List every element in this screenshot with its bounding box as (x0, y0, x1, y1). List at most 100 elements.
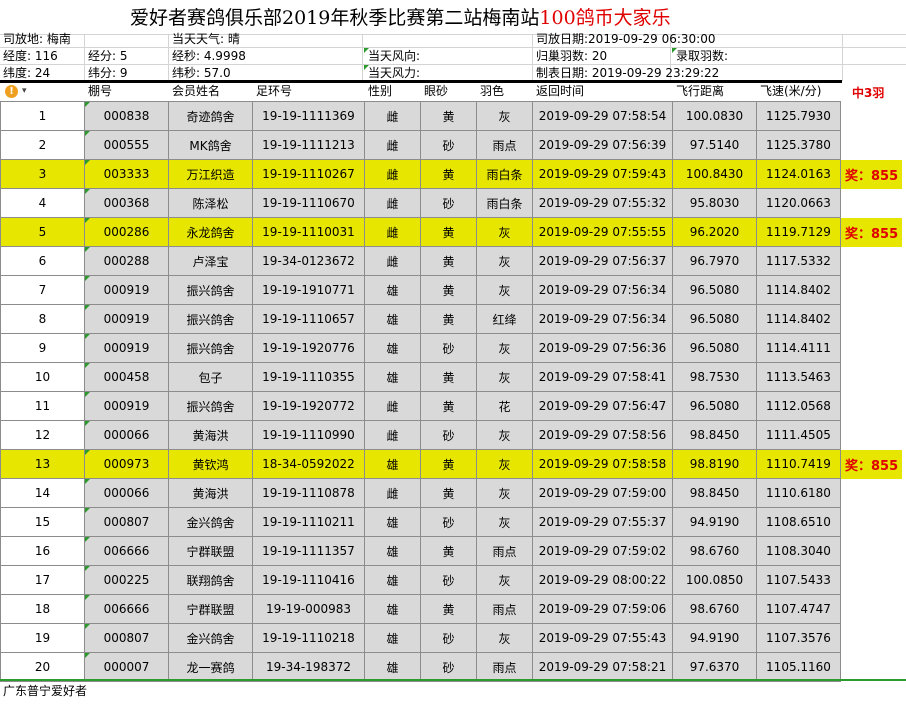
cell-eye[interactable]: 黄 (420, 304, 477, 334)
header-sex[interactable]: 性别 (368, 82, 392, 101)
cell-prize[interactable]: 奖：855 (840, 159, 903, 189)
cell-member-name[interactable]: 振兴鸽舍 (168, 391, 253, 421)
cell-prize[interactable] (840, 188, 903, 218)
cell-feather-color[interactable]: 灰 (476, 449, 533, 479)
cell-sex[interactable]: 雄 (364, 594, 421, 624)
cell-ring-no[interactable]: 19-34-0123672 (252, 246, 365, 276)
cell-feather-color[interactable]: 灰 (476, 478, 533, 508)
cell-speed[interactable]: 1117.5332 (756, 246, 841, 276)
table-row[interactable]: 7 000919 振兴鸽舍 19-19-1910771 雄黄灰 2019-09-29 07… (0, 275, 903, 305)
cell-member-name[interactable]: 金兴鸽舍 (168, 623, 253, 653)
cell-return-time[interactable]: 2019-09-29 07:59:43 (532, 159, 673, 189)
cell-rank[interactable]: 11 (0, 391, 85, 421)
cell-return-time[interactable]: 2019-09-29 07:55:37 (532, 507, 673, 537)
cell-return-time[interactable]: 2019-09-29 07:56:39 (532, 130, 673, 160)
cell-rank[interactable]: 16 (0, 536, 85, 566)
cell-distance[interactable]: 98.8450 (672, 478, 757, 508)
header-feather-color[interactable]: 羽色 (480, 82, 504, 101)
cell-ring-no[interactable]: 19-19-1110031 (252, 217, 365, 247)
cell-sex[interactable]: 雄 (364, 275, 421, 305)
table-row[interactable]: 1 000838 奇迹鸽舍 19-19-1111369 雌黄灰 2019-09-29 07… (0, 101, 903, 131)
table-row[interactable]: 13 000973 黄钦鸿 18-34-0592022 雄黄灰 2019-09-29 07… (0, 449, 903, 479)
cell-feather-color[interactable]: 红绛 (476, 304, 533, 334)
cell-feather-color[interactable]: 雨点 (476, 652, 533, 682)
cell-speed[interactable]: 1108.3040 (756, 536, 841, 566)
cell-sex[interactable]: 雄 (364, 333, 421, 363)
cell-member-name[interactable]: 陈泽松 (168, 188, 253, 218)
table-row[interactable]: 15 000807 金兴鸽舍 19-19-1110211 雄砂灰 2019-09-29 0… (0, 507, 903, 537)
cell-feather-color[interactable]: 灰 (476, 565, 533, 595)
cell-member-name[interactable]: 黄海洪 (168, 478, 253, 508)
table-row[interactable]: 9 000919 振兴鸽舍 19-19-1920776 雄砂灰 2019-09-29 07… (0, 333, 903, 363)
cell-shed-no[interactable]: 000919 (84, 391, 169, 421)
cell-speed[interactable]: 1125.7930 (756, 101, 841, 131)
cell-member-name[interactable]: 黄钦鸿 (168, 449, 253, 479)
cell-prize[interactable] (840, 391, 903, 421)
cell-eye[interactable]: 砂 (420, 333, 477, 363)
cell-prize[interactable] (840, 246, 903, 276)
cell-distance[interactable]: 96.7970 (672, 246, 757, 276)
cell-feather-color[interactable]: 雨点 (476, 594, 533, 624)
cell-rank[interactable]: 17 (0, 565, 85, 595)
cell-eye[interactable]: 砂 (420, 652, 477, 682)
cell-shed-no[interactable]: 000838 (84, 101, 169, 131)
cell-ring-no[interactable]: 19-19-1110878 (252, 478, 365, 508)
cell-shed-no[interactable]: 000973 (84, 449, 169, 479)
cell-distance[interactable]: 97.6370 (672, 652, 757, 682)
cell-distance[interactable]: 96.5080 (672, 333, 757, 363)
cell-return-time[interactable]: 2019-09-29 07:56:36 (532, 333, 673, 363)
cell-speed[interactable]: 1125.3780 (756, 130, 841, 160)
cell-speed[interactable]: 1110.7419 (756, 449, 841, 479)
cell-ring-no[interactable]: 19-19-1110218 (252, 623, 365, 653)
cell-speed[interactable]: 1107.4747 (756, 594, 841, 624)
cell-feather-color[interactable]: 灰 (476, 246, 533, 276)
cell-eye[interactable]: 黄 (420, 391, 477, 421)
cell-eye[interactable]: 黄 (420, 101, 477, 131)
table-row[interactable]: 19 000807 金兴鸽舍 19-19-1110218 雄砂灰 2019-09-29 0… (0, 623, 903, 653)
header-speed[interactable]: 飞速(米/分) (760, 82, 821, 101)
cell-speed[interactable]: 1108.6510 (756, 507, 841, 537)
cell-distance[interactable]: 97.5140 (672, 130, 757, 160)
cell-shed-no[interactable]: 000286 (84, 217, 169, 247)
cell-speed[interactable]: 1112.0568 (756, 391, 841, 421)
cell-prize[interactable] (840, 507, 903, 537)
cell-distance[interactable]: 95.8030 (672, 188, 757, 218)
table-row[interactable]: 11 000919 振兴鸽舍 19-19-1920772 雌黄花 2019-09-29 0… (0, 391, 903, 421)
cell-eye[interactable]: 砂 (420, 623, 477, 653)
cell-return-time[interactable]: 2019-09-29 08:00:22 (532, 565, 673, 595)
cell-return-time[interactable]: 2019-09-29 07:59:00 (532, 478, 673, 508)
cell-shed-no[interactable]: 006666 (84, 594, 169, 624)
table-row[interactable]: 20 000007 龙一赛鸽 19-34-198372 雄砂雨点 2019-09-29 0… (0, 652, 903, 682)
cell-shed-no[interactable]: 000807 (84, 507, 169, 537)
cell-eye[interactable]: 砂 (420, 130, 477, 160)
cell-eye[interactable]: 黄 (420, 362, 477, 392)
cell-return-time[interactable]: 2019-09-29 07:58:54 (532, 101, 673, 131)
cell-sex[interactable]: 雄 (364, 652, 421, 682)
cell-eye[interactable]: 黄 (420, 536, 477, 566)
cell-sex[interactable]: 雌 (364, 159, 421, 189)
cell-member-name[interactable]: 振兴鸽舍 (168, 304, 253, 334)
cell-feather-color[interactable]: 花 (476, 391, 533, 421)
cell-shed-no[interactable]: 000919 (84, 304, 169, 334)
cell-feather-color[interactable]: 灰 (476, 362, 533, 392)
cell-member-name[interactable]: 振兴鸽舍 (168, 333, 253, 363)
cell-member-name[interactable]: 宁群联盟 (168, 594, 253, 624)
cell-ring-no[interactable]: 19-19-000983 (252, 594, 365, 624)
cell-prize[interactable] (840, 333, 903, 363)
cell-prize[interactable]: 奖：855 (840, 449, 903, 479)
cell-sex[interactable]: 雄 (364, 362, 421, 392)
cell-prize[interactable] (840, 478, 903, 508)
cell-rank[interactable]: 13 (0, 449, 85, 479)
cell-ring-no[interactable]: 19-19-1111357 (252, 536, 365, 566)
cell-rank[interactable]: 14 (0, 478, 85, 508)
cell-eye[interactable]: 黄 (420, 275, 477, 305)
cell-ring-no[interactable]: 19-19-1110416 (252, 565, 365, 595)
table-row[interactable]: 8 000919 振兴鸽舍 19-19-1110657 雄黄红绛 2019-09-29 0… (0, 304, 903, 334)
cell-shed-no[interactable]: 000919 (84, 333, 169, 363)
cell-rank[interactable]: 12 (0, 420, 85, 450)
cell-member-name[interactable]: 永龙鸽舍 (168, 217, 253, 247)
cell-eye[interactable]: 黄 (420, 159, 477, 189)
cell-feather-color[interactable]: 灰 (476, 275, 533, 305)
cell-distance[interactable]: 96.2020 (672, 217, 757, 247)
cell-speed[interactable]: 1110.6180 (756, 478, 841, 508)
